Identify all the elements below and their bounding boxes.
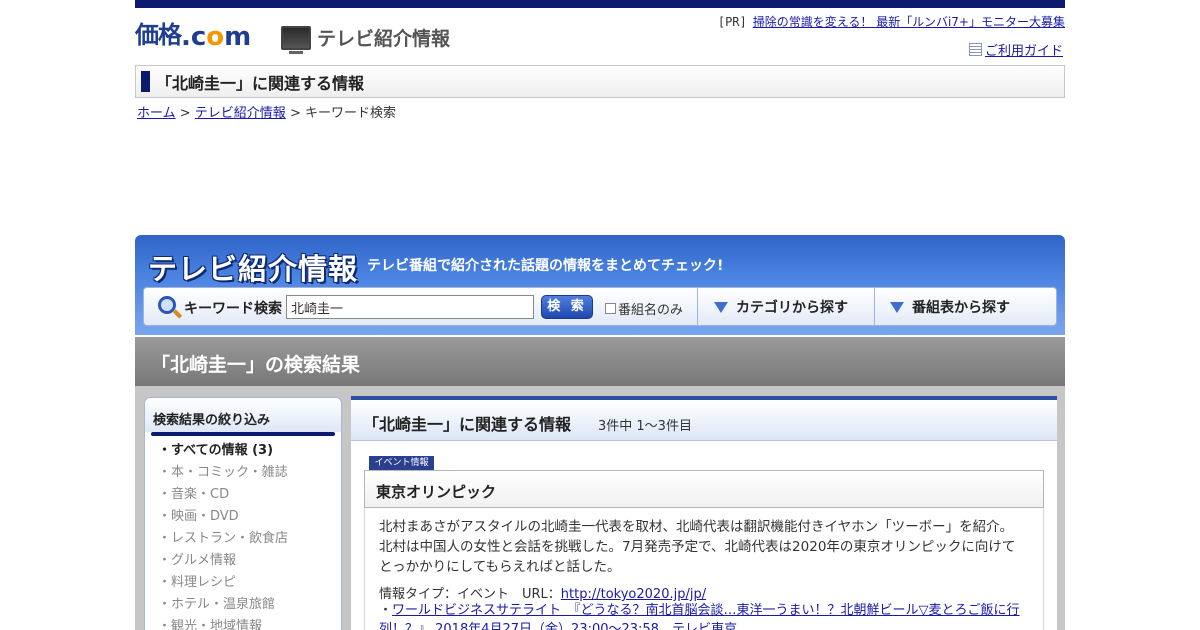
pr-ad: [PR] 掃除の常識を変える！ 最新「ルンバi7+」モニター大募集 (718, 13, 1065, 30)
filter-item-tourism: ・観光・地域情報 (158, 619, 263, 630)
filter-item-hotels: ・ホテル・温泉旅館 (158, 597, 276, 612)
checkbox-box[interactable] (605, 303, 616, 314)
logo-com-text: .com (181, 22, 252, 52)
user-guide-link[interactable]: ご利用ガイド (985, 40, 1063, 59)
schedule-search-label: 番組表から探す (912, 300, 1010, 316)
filter-sidebar-title: 検索結果の絞り込み (153, 413, 271, 428)
user-guide[interactable]: ご利用ガイド (968, 40, 1063, 59)
category-search-button[interactable]: カテゴリから探す (714, 297, 848, 317)
title-marker (141, 71, 150, 92)
results-panel-title: 「北崎圭一」に関連する情報 (363, 415, 572, 434)
pr-link[interactable]: 掃除の常識を変える！ 最新「ルンバi7+」モニター大募集 (753, 15, 1065, 29)
filter-sidebar: 検索結果の絞り込み ・すべての情報 (3) ・本・コミック・雑誌 ・音楽・CD … (144, 397, 342, 630)
top-accent-bar (135, 0, 1065, 8)
filter-item-all[interactable]: ・すべての情報 (3) (145, 440, 341, 462)
entry-program-link[interactable]: ワールドビジネスサテライト 『どうなる？南北首脳会談…東洋一うまい！？北朝鮮ビー… (379, 603, 1020, 630)
filter-item-music: ・音楽・CD (158, 487, 230, 502)
results-panel: 「北崎圭一」に関連する情報 3件中 1～3件目 イベント情報 東京オリンピック … (351, 396, 1057, 630)
entry-program-bullet: ・ (379, 603, 393, 618)
banner-subtitle: テレビ番組で紹介された話題の情報をまとめてチェック! (367, 258, 724, 274)
entry-info: 情報タイプ：イベント URL：http://tokyo2020.jp/jp/ (379, 583, 706, 602)
filter-item-gourmet: ・グルメ情報 (158, 553, 237, 568)
kakaku-logo[interactable]: 価格 .com (135, 21, 252, 52)
magnifier-icon (158, 296, 176, 314)
keyword-search-label: キーワード検索 (184, 301, 282, 317)
filter-item-movies: ・映画・DVD (158, 509, 239, 524)
related-info-title: 「北崎圭一」に関連する情報 (156, 73, 365, 93)
tv-info-banner: テレビ紹介情報 テレビ番組で紹介された話題の情報をまとめてチェック! キーワード… (135, 235, 1065, 335)
related-info-bar: 「北崎圭一」に関連する情報 (135, 65, 1065, 98)
pr-tag: [PR] (717, 15, 747, 29)
filter-list: ・すべての情報 (3) ・本・コミック・雑誌 ・音楽・CD ・映画・DVD ・レ… (145, 432, 341, 630)
entry-program: ・ワールドビジネスサテライト 『どうなる？南北首脳会談…東洋一うまい！？北朝鮮ビ… (379, 601, 1034, 630)
breadcrumb-separator: > (285, 106, 305, 121)
divider (874, 288, 875, 325)
breadcrumb-tv-info[interactable]: テレビ紹介情報 (195, 106, 286, 121)
entry-description: 北村まあさがアスタイルの北崎圭一代表を取材、北崎代表は翻訳機能付きイヤホン「ツー… (379, 519, 1016, 575)
filter-item-restaurants: ・レストラン・飲食店 (158, 531, 289, 546)
document-icon (968, 43, 982, 56)
keyword-search-input[interactable] (286, 295, 534, 319)
entry-body: 北村まあさがアスタイルの北崎圭一代表を取材、北崎代表は翻訳機能付きイヤホン「ツー… (364, 508, 1044, 630)
breadcrumb: ホーム > テレビ紹介情報 > キーワード検索 (137, 102, 396, 121)
divider (697, 288, 698, 325)
triangle-down-icon (714, 301, 728, 313)
filter-item-books: ・本・コミック・雑誌 (158, 465, 288, 480)
results-panel-header: 「北崎圭一」に関連する情報 3件中 1～3件目 (351, 400, 1057, 441)
program-only-checkbox[interactable]: 番組名のみ (605, 299, 683, 318)
tv-info-logo-text: テレビ紹介情報 (317, 28, 451, 50)
entry-info-prefix: 情報タイプ：イベント URL： (379, 587, 561, 602)
breadcrumb-separator: > (175, 106, 195, 121)
breadcrumb-current: キーワード検索 (304, 106, 396, 121)
category-search-label: カテゴリから探す (736, 300, 848, 316)
schedule-search-button[interactable]: 番組表から探す (890, 297, 1010, 317)
breadcrumb-home[interactable]: ホーム (137, 106, 176, 121)
triangle-down-icon (890, 301, 904, 313)
entry-title: 東京オリンピック (376, 483, 497, 501)
logo-kakaku-text: 価格 (135, 21, 182, 49)
entry-url-link[interactable]: http://tokyo2020.jp/jp/ (561, 587, 706, 602)
search-bar: キーワード検索 検 索 番組名のみ カテゴリから探す 番組表から探す (143, 287, 1057, 326)
filter-item-recipes: ・料理レシピ (158, 575, 237, 590)
event-info-badge: イベント情報 (369, 456, 434, 470)
results-count: 3件中 1～3件目 (598, 419, 692, 434)
search-result-title: 「北崎圭一」の検索結果 (151, 354, 361, 376)
filter-sidebar-header: 検索結果の絞り込み (145, 398, 341, 436)
banner-title: テレビ紹介情報 (148, 252, 359, 286)
entry-title-box: 東京オリンピック (364, 470, 1044, 508)
program-only-label: 番組名のみ (618, 303, 684, 318)
search-button[interactable]: 検 索 (541, 295, 593, 319)
television-icon (281, 25, 311, 54)
search-result-header: 「北崎圭一」の検索結果 (135, 337, 1065, 386)
filter-sidebar-underline (151, 432, 335, 436)
tv-info-logo[interactable]: テレビ紹介情報 (281, 24, 451, 54)
